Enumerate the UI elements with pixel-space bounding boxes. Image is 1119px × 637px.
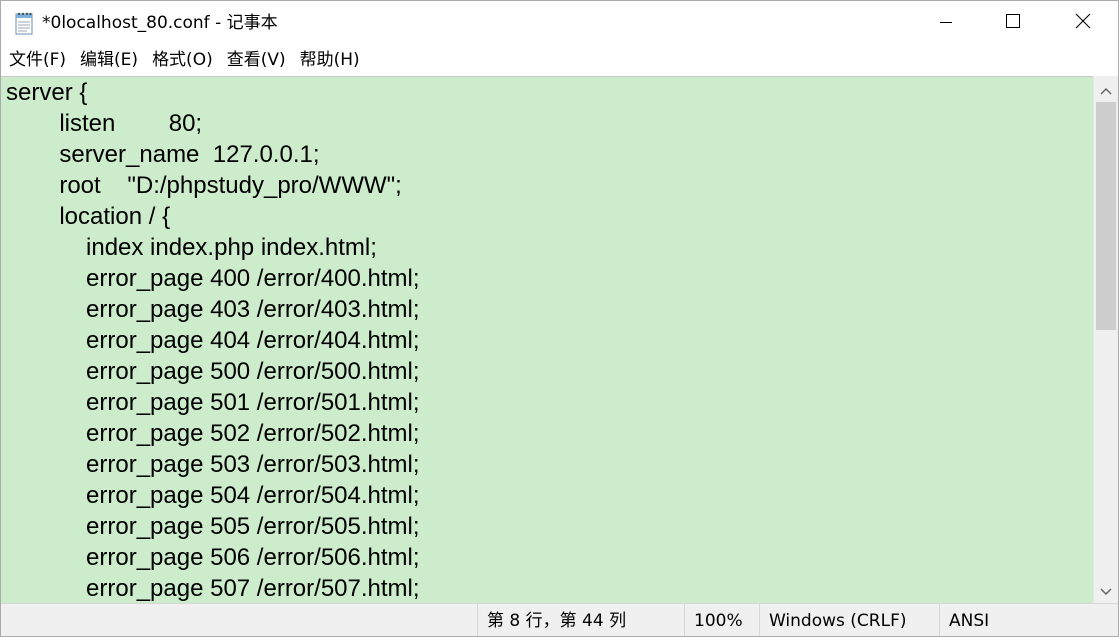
code-line: error_page 504 /error/504.html; — [6, 482, 420, 509]
text-encoding: ANSI — [939, 604, 1118, 636]
maximize-icon — [1005, 13, 1021, 33]
code-line: error_page 507 /error/507.html; — [6, 575, 420, 602]
zoom-level: 100% — [684, 604, 759, 636]
code-line: error_page 404 /error/404.html; — [6, 327, 420, 354]
code-line: error_page 403 /error/403.html; — [6, 296, 420, 323]
minimize-icon — [939, 14, 953, 33]
notepad-icon — [13, 11, 35, 35]
code-line: error_page 501 /error/501.html; — [6, 389, 420, 416]
menu-edit[interactable]: 编辑(E) — [73, 45, 145, 75]
scroll-up-button[interactable] — [1094, 76, 1118, 102]
code-line: location / { — [6, 203, 171, 230]
code-line: error_page 500 /error/500.html; — [6, 358, 420, 385]
status-bar: 第 8 行，第 44 列 100% Windows (CRLF) ANSI — [1, 603, 1118, 636]
code-line: root "D:/phpstudy_pro/WWW"; — [6, 172, 402, 199]
code-line: error_page 506 /error/506.html; — [6, 544, 420, 571]
scrollbar-thumb[interactable] — [1096, 102, 1116, 330]
menu-file[interactable]: 文件(F) — [1, 45, 73, 75]
vertical-scrollbar[interactable] — [1093, 76, 1118, 603]
text-editor-area[interactable]: server { listen 80; server_name 127.0.0.… — [1, 76, 1093, 603]
scroll-down-button[interactable] — [1094, 577, 1118, 603]
cursor-position: 第 8 行，第 44 列 — [477, 604, 684, 636]
notepad-window: *0localhost_80.conf - 记事本 文件(F) 编辑(E) 格式… — [0, 0, 1119, 637]
scroll-down-arrow-icon — [1100, 581, 1112, 600]
title-bar[interactable]: *0localhost_80.conf - 记事本 — [1, 1, 1118, 45]
code-line: error_page 503 /error/503.html; — [6, 451, 420, 478]
close-icon — [1075, 13, 1091, 33]
menu-view[interactable]: 查看(V) — [220, 45, 293, 75]
menu-bar: 文件(F) 编辑(E) 格式(O) 查看(V) 帮助(H) — [1, 45, 1118, 75]
scroll-up-arrow-icon — [1100, 80, 1112, 99]
line-ending: Windows (CRLF) — [759, 604, 939, 636]
code-line: error_page 502 /error/502.html; — [6, 420, 420, 447]
code-line: server { — [6, 79, 88, 106]
code-line: server_name 127.0.0.1; — [6, 141, 320, 168]
window-title: *0localhost_80.conf - 记事本 — [42, 13, 278, 33]
menu-help[interactable]: 帮助(H) — [293, 45, 367, 75]
close-button[interactable] — [1048, 1, 1118, 45]
menu-format[interactable]: 格式(O) — [145, 45, 220, 75]
code-line: error_page 505 /error/505.html; — [6, 513, 420, 540]
code-line: index index.php index.html; — [6, 234, 377, 261]
minimize-button[interactable] — [911, 1, 981, 45]
code-line: error_page 400 /error/400.html; — [6, 265, 420, 292]
code-line: listen 80; — [6, 110, 203, 137]
maximize-button[interactable] — [978, 1, 1048, 45]
